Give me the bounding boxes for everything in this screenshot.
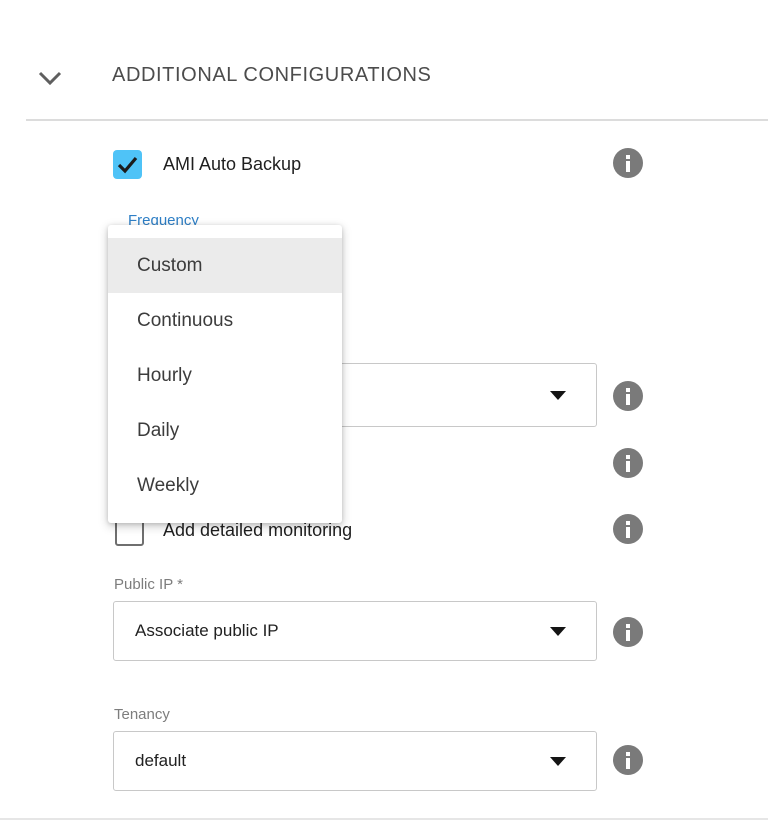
header-divider	[26, 119, 768, 121]
detailed-monitoring-label: Add detailed monitoring	[163, 520, 352, 541]
info-icon-bar	[626, 394, 630, 405]
public-ip-select-value: Associate public IP	[135, 621, 279, 641]
bottom-divider	[0, 818, 768, 820]
public-ip-select[interactable]: Associate public IP	[113, 601, 597, 661]
section-title: ADDITIONAL CONFIGURATIONS	[112, 64, 431, 87]
info-icon-dot	[626, 521, 630, 525]
info-icon[interactable]	[613, 148, 643, 178]
tenancy-select[interactable]: default	[113, 731, 597, 791]
info-icon-bar	[626, 527, 630, 538]
dropdown-option-daily[interactable]: Daily	[108, 403, 342, 458]
chevron-down-icon[interactable]	[37, 70, 63, 86]
dropdown-option-continuous[interactable]: Continuous	[108, 293, 342, 348]
ami-auto-backup-checkbox[interactable]	[113, 150, 142, 179]
info-icon-dot	[626, 624, 630, 628]
info-icon-dot	[626, 455, 630, 459]
public-ip-field-label: Public IP *	[114, 576, 183, 593]
info-icon-bar	[626, 461, 630, 472]
info-icon[interactable]	[613, 745, 643, 775]
info-icon-bar	[626, 758, 630, 769]
dropdown-option-hourly[interactable]: Hourly	[108, 348, 342, 403]
dropdown-option-weekly[interactable]: Weekly	[108, 458, 342, 513]
info-icon[interactable]	[613, 381, 643, 411]
info-icon-bar	[626, 161, 630, 172]
frequency-dropdown-menu: Custom Continuous Hourly Daily Weekly	[108, 225, 342, 523]
dropdown-arrow-icon	[550, 391, 566, 400]
info-icon-dot	[626, 388, 630, 392]
section-header: ADDITIONAL CONFIGURATIONS	[0, 60, 768, 96]
dropdown-option-custom[interactable]: Custom	[108, 238, 342, 293]
tenancy-field-label: Tenancy	[114, 706, 170, 723]
info-icon-bar	[626, 630, 630, 641]
info-icon[interactable]	[613, 617, 643, 647]
tenancy-select-value: default	[135, 751, 186, 771]
dropdown-arrow-icon	[550, 757, 566, 766]
info-icon[interactable]	[613, 514, 643, 544]
checkmark-icon	[114, 151, 141, 178]
info-icon-dot	[626, 155, 630, 159]
additional-configurations-panel: ADDITIONAL CONFIGURATIONS AMI Auto Backu…	[0, 0, 768, 831]
info-icon[interactable]	[613, 448, 643, 478]
ami-auto-backup-label: AMI Auto Backup	[163, 154, 301, 175]
info-icon-dot	[626, 752, 630, 756]
dropdown-arrow-icon	[550, 627, 566, 636]
